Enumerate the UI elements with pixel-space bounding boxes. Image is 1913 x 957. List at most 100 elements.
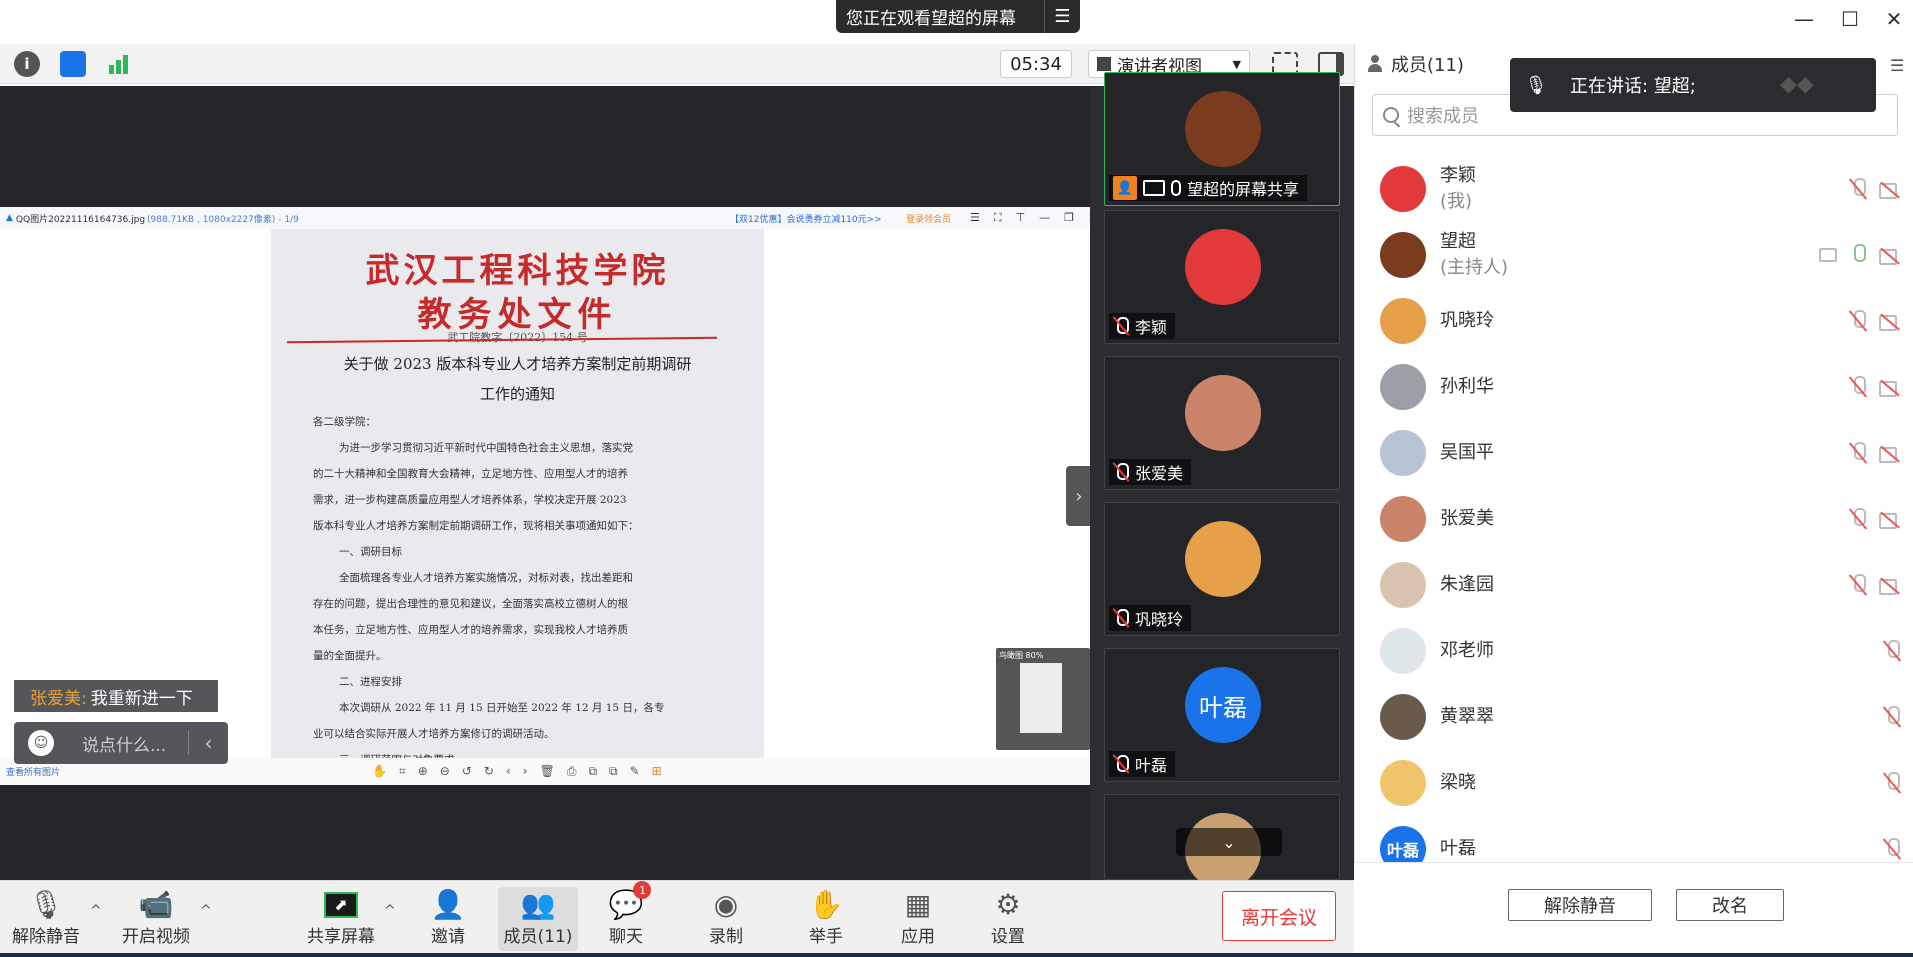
apps-icon: ▦ — [904, 888, 932, 921]
host-icon: 👤 — [1113, 176, 1137, 200]
search-placeholder[interactable]: 搜索成员 — [1407, 102, 1479, 128]
member-row[interactable]: 叶磊 叶磊 — [1354, 822, 1913, 862]
zoom-in-icon: ⊕ — [417, 764, 428, 778]
member-row[interactable]: 梁晓 — [1354, 756, 1913, 810]
invite-button[interactable]: 👤 邀请 — [408, 887, 488, 951]
prev-icon: ‹ — [505, 764, 511, 778]
camera-off-icon[interactable] — [1879, 577, 1901, 595]
camera-off-icon[interactable] — [1879, 313, 1901, 331]
member-row[interactable]: 望超 (主持人) — [1354, 228, 1913, 282]
watching-screen-banner[interactable]: 您正在观看望超的屏幕 ☰ — [836, 0, 1080, 33]
member-name-block: 巩晓玲 — [1440, 308, 1494, 334]
mic-off-icon[interactable] — [1849, 574, 1867, 596]
person-icon — [1367, 55, 1383, 73]
member-name: 李颖 — [1440, 165, 1476, 186]
chat-quick-input[interactable]: ☺ 说点什么... ‹ — [14, 722, 228, 764]
member-row[interactable]: 吴国平 — [1354, 426, 1913, 480]
member-row[interactable]: 张爱美 — [1354, 492, 1913, 546]
video-tile[interactable]: 巩晓玲 — [1104, 502, 1340, 636]
member-role: (我) — [1440, 191, 1473, 212]
maximize-icon[interactable]: ☐ — [1830, 4, 1870, 34]
mic-off-icon[interactable] — [1849, 178, 1867, 200]
video-options-caret[interactable]: ^ — [200, 903, 212, 919]
member-row[interactable]: 邓老师 — [1354, 624, 1913, 678]
members-button[interactable]: 👥 成员(11) — [498, 887, 578, 951]
collapse-strip-button[interactable]: › — [1066, 466, 1092, 526]
video-tile[interactable]: 张爱美 — [1104, 356, 1340, 490]
member-row[interactable]: 巩晓玲 — [1354, 294, 1913, 348]
participant-name: 望超的屏幕共享 — [1187, 180, 1300, 199]
member-row[interactable]: 孙利华 — [1354, 360, 1913, 414]
banner-menu-icon[interactable]: ☰ — [1044, 0, 1080, 33]
mic-off-icon[interactable] — [1849, 310, 1867, 332]
share-options-caret[interactable]: ^ — [384, 903, 396, 919]
settings-button[interactable]: ⚙ 设置 — [968, 887, 1048, 951]
member-row[interactable]: 李颖 (我) — [1354, 162, 1913, 216]
video-tile[interactable]: 👤 望超的屏幕共享 — [1104, 72, 1340, 206]
rotate-left-icon: ↺ — [461, 764, 472, 778]
screen-share-icon[interactable] — [1819, 248, 1837, 262]
image-icon: ▲ — [6, 213, 13, 223]
video-tile-label: 叶磊 — [1109, 751, 1176, 777]
member-name-block: 梁晓 — [1440, 770, 1476, 796]
doc-paragraph: 为进一步学习贯彻习近平新时代中国特色社会主义思想，落实党 — [339, 442, 633, 454]
doc-paragraph: 一、调研目标 — [339, 546, 402, 558]
viewer-restore-icon: ❐ — [1064, 211, 1075, 224]
camera-off-icon[interactable] — [1879, 181, 1901, 199]
camera-off-icon[interactable] — [1879, 379, 1901, 397]
member-row[interactable]: 朱逢园 — [1354, 558, 1913, 612]
member-role: (主持人) — [1440, 257, 1509, 278]
minimize-icon[interactable]: — — [1784, 4, 1824, 34]
add-person-icon: 👤 — [430, 888, 466, 921]
network-signal-icon[interactable] — [106, 51, 132, 77]
camera-off-icon[interactable] — [1879, 247, 1901, 265]
doc-paragraph: 业可以结合实际开展人才培养方案修订的调研活动。 — [313, 728, 555, 740]
viewer-ad-link: 【双12优惠】会说勇券立减110元>> — [730, 214, 882, 225]
avatar — [1380, 760, 1426, 806]
chat-button[interactable]: 💬 1 聊天 — [586, 881, 666, 951]
emoji-icon[interactable]: ☺ — [28, 730, 54, 756]
camera-off-icon[interactable] — [1879, 445, 1901, 463]
copy-icon: ⧉ — [588, 764, 598, 778]
leave-meeting-button[interactable]: 离开会议 — [1222, 891, 1336, 941]
panel-menu-icon[interactable]: ☰ — [1890, 56, 1904, 75]
mic-off-icon[interactable] — [1849, 376, 1867, 398]
start-video-label: 开启视频 — [122, 927, 190, 947]
meeting-controls: 🎙 解除静音 ^ 📹 开启视频 ^ ⬈ 共享屏幕 ^ 👤 邀请 👥 成员(11)… — [0, 880, 1354, 957]
mic-off-icon[interactable] — [1883, 772, 1901, 794]
info-icon[interactable]: i — [14, 51, 40, 77]
raise-hand-button[interactable]: ✋ 举手 — [786, 887, 866, 951]
doc-title-line1: 关于做 2023 版本科专业人才培养方案制定前期调研 — [343, 355, 692, 373]
viewer-fullscreen-icon: ⛶ — [993, 211, 1002, 224]
member-row[interactable]: 黄翠翠 — [1354, 690, 1913, 744]
camera-off-icon[interactable] — [1879, 511, 1901, 529]
apps-button[interactable]: ▦ 应用 — [878, 887, 958, 951]
member-name: 黄翠翠 — [1440, 706, 1494, 727]
mic-off-icon[interactable] — [1849, 508, 1867, 530]
avatar — [1380, 166, 1426, 212]
mic-off-icon[interactable] — [1883, 706, 1901, 728]
audio-options-caret[interactable]: ^ — [90, 903, 102, 919]
mic-off-icon[interactable] — [1849, 442, 1867, 464]
scroll-down-button[interactable]: ⌄ — [1176, 828, 1282, 856]
print-icon: ⎙ — [566, 764, 577, 778]
title-bar: 您正在观看望超的屏幕 ☰ — ☐ ✕ — [0, 0, 1913, 36]
security-shield-icon[interactable] — [60, 51, 86, 77]
mic-off-icon[interactable] — [1883, 838, 1901, 860]
video-tile-label: 👤 望超的屏幕共享 — [1109, 175, 1308, 201]
unmute-all-button[interactable]: 解除静音 — [1508, 889, 1652, 921]
unmute-label: 解除静音 — [12, 927, 80, 947]
doc-paragraph: 需求，进一步构建高质量应用型人才培养体系，学校决定开展 2023 — [313, 494, 627, 506]
start-video-button[interactable]: 📹 开启视频 — [116, 887, 196, 951]
unmute-button[interactable]: 🎙 解除静音 — [6, 887, 86, 951]
chat-input-placeholder[interactable]: 说点什么... — [68, 731, 188, 756]
share-screen-button[interactable]: ⬈ 共享屏幕 — [301, 887, 381, 951]
mic-on-icon[interactable] — [1849, 244, 1867, 266]
video-tile[interactable]: 叶磊 叶磊 — [1104, 648, 1340, 782]
mic-off-icon[interactable] — [1883, 640, 1901, 662]
video-tile[interactable]: 李颖 — [1104, 210, 1340, 344]
chat-collapse-icon[interactable]: ‹ — [188, 731, 228, 755]
record-button[interactable]: ◉ 录制 — [686, 887, 766, 951]
close-icon[interactable]: ✕ — [1874, 4, 1913, 34]
rename-button[interactable]: 改名 — [1676, 889, 1784, 921]
